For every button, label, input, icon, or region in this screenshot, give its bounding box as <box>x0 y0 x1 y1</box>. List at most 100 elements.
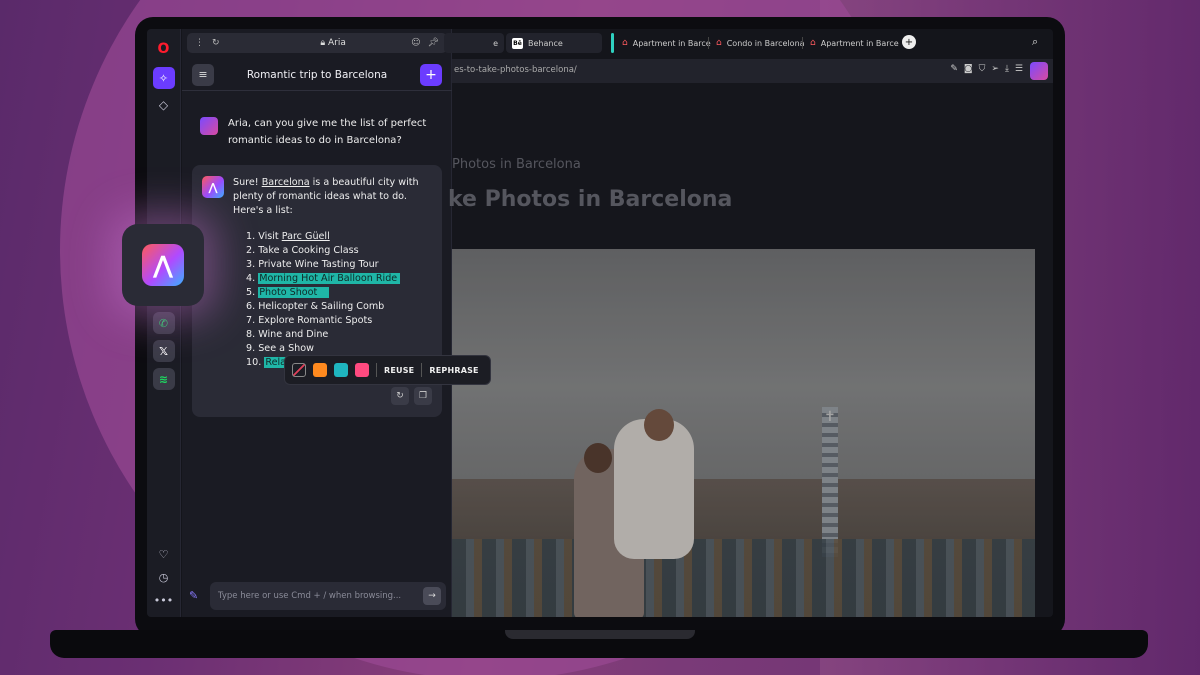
chat-input[interactable]: Type here or use Cmd + / when browsing..… <box>210 582 446 610</box>
spotify-icon[interactable]: ≋ <box>152 368 175 390</box>
x-icon[interactable]: 𝕏 <box>152 340 175 362</box>
intro-pre: Sure! <box>233 177 262 188</box>
sidebar-bottom: ♡ ◷ ••• <box>154 548 173 607</box>
aria-app-icon[interactable]: ⋀ <box>122 224 204 306</box>
send-button[interactable]: → <box>423 587 441 605</box>
tab-behance[interactable]: Bē Behance <box>506 33 602 53</box>
new-chat-button[interactable]: + <box>420 63 442 86</box>
panel-header: ≡ Romantic trip to Barcelona + <box>182 59 452 91</box>
user-avatar <box>200 117 218 135</box>
tab-label: Behance <box>528 38 563 48</box>
item-number: 8. <box>246 329 256 340</box>
lock-icon: 🔒︎ <box>320 38 326 48</box>
panel-address-bar[interactable]: ⋮ ↻ 🔒︎ Aria ☺ 📌︎ <box>187 33 447 53</box>
aria-logo-icon: ⋀ <box>202 176 224 198</box>
whatsapp-icon[interactable]: ✆ <box>152 312 175 334</box>
menu-button[interactable]: ≡ <box>192 63 214 86</box>
airbnb-icon: ⌂ <box>622 38 628 48</box>
tab-apartment-2[interactable]: ⌂ Apartment in Barce <box>804 33 905 53</box>
item-number: 10. <box>246 357 262 368</box>
list-item: 2. Take a Cooking Class <box>246 244 432 258</box>
tab-apartment-1[interactable]: ⌂ Apartment in Barce <box>616 33 717 53</box>
list-item: 4. Morning Hot Air Balloon Ride <box>246 272 432 286</box>
address-text: Aria <box>327 38 346 48</box>
laptop-notch <box>505 630 695 639</box>
list-item: 1. Visit Parc Güell <box>246 230 432 244</box>
more-icon[interactable]: ••• <box>154 594 173 607</box>
reload-icon[interactable]: ↻ <box>212 38 220 48</box>
pin-icon[interactable]: 📌︎ <box>428 38 439 48</box>
new-tab-button[interactable]: + <box>902 35 916 49</box>
url-actions: ✎ ◙ ⛉ ➢ ⤓ ☰ <box>950 64 1023 74</box>
chat-input-placeholder: Type here or use Cmd + / when browsing..… <box>218 591 402 601</box>
card-actions: ↻ ❐ <box>391 387 432 405</box>
settings-icon[interactable]: ☰ <box>1015 64 1023 74</box>
teal-swatch[interactable] <box>334 363 348 377</box>
aria-panel: ⋮ ↻ 🔒︎ Aria ☺ 📌︎ ≡ Romantic trip to Barcel… <box>182 29 452 617</box>
tab-condo[interactable]: ⌂ Condo in Barcelona <box>710 33 811 53</box>
list-item: 9. See a Show <box>246 342 432 356</box>
url-bar[interactable]: es-to-take-photos-barcelona/ ✎ ◙ ⛉ ➢ ⤓ ☰ <box>452 59 1053 83</box>
tab-label: Apartment in Barce <box>632 38 711 48</box>
profile-avatar[interactable] <box>1030 62 1048 80</box>
rephrase-button[interactable]: REPHRASE <box>429 366 478 375</box>
browser-screen: O ✧ ◇ ✆ 𝕏 ≋ ♡ ◷ ••• ⋮ ↻ 🔒︎ Aria ☺ 📌︎ ≡ Rom… <box>147 29 1053 617</box>
send-icon[interactable]: ➢ <box>991 64 999 74</box>
list-item: 8. Wine and Dine <box>246 328 432 342</box>
magic-wand-icon[interactable]: ✎ <box>189 589 198 602</box>
tab-label: Apartment in Barce <box>820 38 899 48</box>
highlighted-text[interactable]: Morning Hot Air Balloon Ride <box>258 273 401 284</box>
user-message-text: Aria, can you give me the list of perfec… <box>228 118 427 146</box>
toolbar-separator <box>421 363 423 377</box>
heart-icon[interactable]: ♡ <box>159 548 169 561</box>
item-text: Wine and Dine <box>258 329 329 340</box>
camera-icon[interactable]: ◙ <box>964 64 973 74</box>
list-item: 6. Helicopter & Sailing Comb <box>246 300 432 314</box>
tab-group-accent <box>611 33 614 53</box>
highlighted-text[interactable]: Photo Shoot <box>258 287 330 298</box>
no-color-swatch[interactable] <box>292 363 306 377</box>
web-page: Photos in Barcelona ke Photos in Barcelo… <box>448 83 1053 617</box>
toolbar-separator <box>376 363 377 377</box>
diamond-icon[interactable]: ◇ <box>153 94 175 116</box>
kebab-icon[interactable]: ⋮ <box>195 38 204 48</box>
orange-swatch[interactable] <box>313 363 327 377</box>
page-subtitle: Photos in Barcelona <box>452 157 581 172</box>
shield-icon[interactable]: ⛉ <box>979 64 986 74</box>
list-item: 7. Explore Romantic Spots <box>246 314 432 328</box>
tab-label: Condo in Barcelona <box>726 38 805 48</box>
airbnb-icon: ⌂ <box>716 38 722 48</box>
tab-separator <box>802 37 803 49</box>
barcelona-link[interactable]: Barcelona <box>262 177 310 188</box>
search-icon[interactable]: ⌕ <box>1032 35 1038 49</box>
item-number: 9. <box>246 343 256 354</box>
sidebar-rail: O ✧ ◇ ✆ 𝕏 ≋ ♡ ◷ ••• <box>147 29 181 617</box>
history-icon[interactable]: ◷ <box>159 571 169 584</box>
list-item: 5. Photo Shoot <box>246 286 432 300</box>
copy-icon[interactable]: ❐ <box>414 387 432 405</box>
edit-icon[interactable]: ✎ <box>950 64 958 74</box>
url-text: es-to-take-photos-barcelona/ <box>454 65 577 75</box>
regenerate-icon[interactable]: ↻ <box>391 387 409 405</box>
opera-logo-icon[interactable]: O <box>153 38 175 60</box>
tab-partial[interactable]: e <box>444 33 504 53</box>
item-text: Take a Cooking Class <box>258 245 359 256</box>
item-number: 3. <box>246 259 256 270</box>
parc-guell-link[interactable]: Parc Güell <box>282 231 330 242</box>
photo-shade <box>452 249 1035 617</box>
sidebar-apps: ✆ 𝕏 ≋ <box>152 312 175 390</box>
airbnb-icon: ⌂ <box>810 38 816 48</box>
item-number: 5. <box>246 287 256 298</box>
item-prefix: Visit <box>258 231 282 242</box>
emoji-icon[interactable]: ☺ <box>411 38 420 48</box>
reuse-button[interactable]: REUSE <box>384 366 414 375</box>
aria-sparkle-icon[interactable]: ✧ <box>152 67 175 89</box>
highlight-toolbar: REUSE REPHRASE <box>284 355 491 385</box>
chat-title: Romantic trip to Barcelona <box>246 68 388 81</box>
response-intro: Sure! Barcelona is a beautiful city with… <box>233 176 432 218</box>
download-icon[interactable]: ⤓ <box>1005 64 1009 74</box>
pink-swatch[interactable] <box>355 363 369 377</box>
item-number: 4. <box>246 273 256 284</box>
item-number: 7. <box>246 315 256 326</box>
item-number: 6. <box>246 301 256 312</box>
